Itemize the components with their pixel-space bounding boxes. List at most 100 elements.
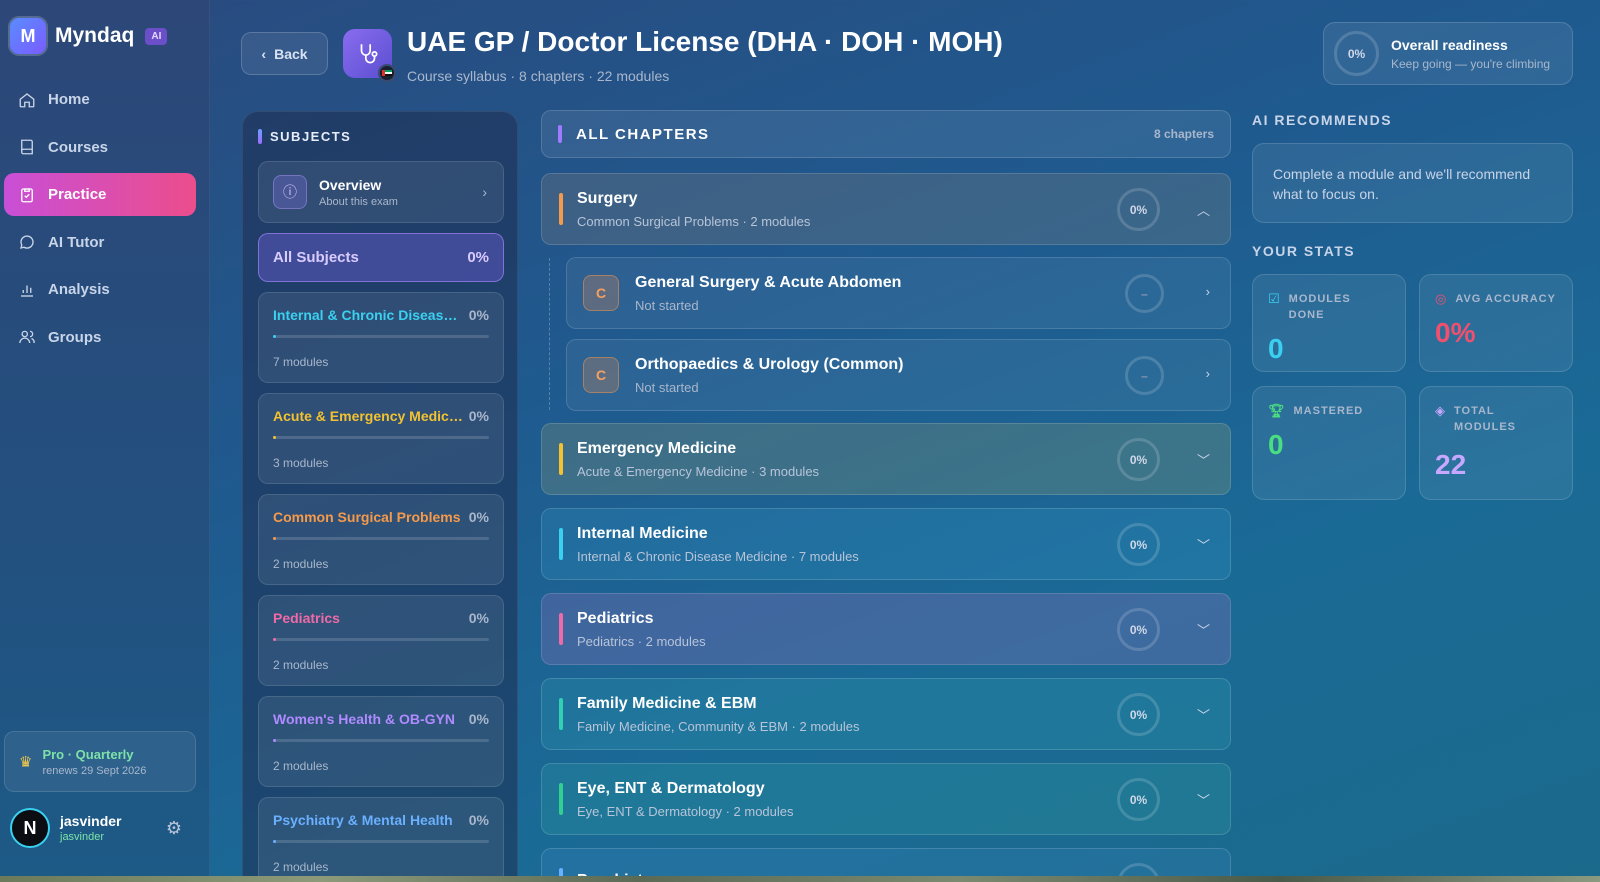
chevron-down-icon[interactable]: ﹀ [1197, 620, 1210, 639]
chapter-row[interactable]: Internal Medicine Internal & Chronic Dise… [541, 508, 1231, 580]
module-progress-ring: – [1125, 274, 1164, 313]
module-progress-ring: – [1125, 356, 1164, 395]
chapter-subtitle: Family Medicine, Community & EBM · 2 mod… [577, 718, 860, 734]
chapter-accent [559, 443, 563, 475]
subject-name: Internal & Chronic Disease Medicine [273, 307, 465, 323]
chapter-progress-ring: 0% [1117, 188, 1160, 231]
user-profile[interactable]: N jasvinder jasvinder ⚙ [10, 806, 196, 850]
chapter-title: Pediatrics [577, 609, 654, 627]
chevron-down-icon[interactable]: ﹀ [1197, 450, 1210, 469]
subject-row: Psychiatry & Mental Health 0% [273, 812, 489, 828]
chapter-row[interactable]: Eye, ENT & Dermatology Eye, ENT & Dermato… [541, 763, 1231, 835]
subject-progress-fill [273, 840, 276, 843]
subject-module-count: 7 modules [273, 355, 329, 369]
chapter-accent [559, 783, 563, 815]
overview-card[interactable]: ⓘ Overview About this exam › [258, 161, 504, 223]
module-row[interactable]: C General Surgery & Acute Abdomen Not star… [566, 257, 1231, 329]
chapter-subtitle: Pediatrics · 2 modules [577, 633, 706, 649]
nav-label: Analysis [48, 281, 110, 298]
nav-item-practice[interactable]: Practice [4, 173, 196, 216]
page-subtitle: Course syllabus · 8 chapters · 22 module… [407, 68, 670, 84]
nav-label: AI Tutor [48, 233, 105, 251]
chevron-right-icon[interactable]: › [1206, 284, 1210, 299]
chapter-progress-ring: 0% [1117, 438, 1160, 481]
subject-progress-fill [273, 537, 276, 540]
nav-item-groups[interactable]: Groups [4, 316, 196, 359]
nav-item-analysis[interactable]: Analysis [4, 268, 196, 311]
subject-progress-fill [273, 739, 276, 742]
subject-percent: 0% [468, 509, 489, 525]
chapter-row[interactable]: Surgery Common Surgical Problems · 2 modu… [541, 173, 1231, 245]
chapter-title: Eye, ENT & Dermatology [577, 779, 765, 797]
all-subjects-filter[interactable]: All Subjects 0% [258, 233, 504, 282]
subject-percent: 0% [468, 307, 489, 323]
stethoscope-icon [343, 29, 396, 82]
module-row[interactable]: C Orthopaedics & Urology (Common) Not star… [566, 339, 1231, 411]
chevron-down-icon[interactable]: ﹀ [1197, 535, 1210, 554]
subject-card[interactable]: Acute & Emergency Medicine 0% 3 modules [258, 393, 504, 484]
back-button[interactable]: ‹ Back [241, 32, 328, 75]
module-badge: C [583, 357, 619, 393]
chapter-row[interactable]: Emergency Medicine Acute & Emergency Medi… [541, 423, 1231, 495]
chevron-right-icon: › [482, 184, 487, 200]
plan-card[interactable]: ♛ Pro · Quarterly renews 29 Sept 2026 [4, 731, 196, 792]
trophy-icon: 🏆︎ [1268, 403, 1286, 418]
ai-recommends-heading: AI RECOMMENDS [1252, 112, 1393, 128]
stat-label: TOTAL MODULES [1454, 405, 1516, 433]
module-title: General Surgery & Acute Abdomen [635, 273, 902, 291]
subject-progress-track [273, 537, 489, 540]
brand[interactable]: M Myndaq AI [10, 18, 168, 54]
nav-item-ai-tutor[interactable]: AI Tutor [4, 221, 196, 264]
gear-icon[interactable]: ⚙ [166, 818, 182, 839]
subject-percent: 0% [468, 610, 489, 626]
readiness-ring: 0% [1334, 31, 1379, 76]
page-title: UAE GP / Doctor License (DHA · DOH · MOH… [407, 26, 1003, 57]
subject-progress-fill [273, 436, 276, 439]
chapter-subtitle: Eye, ENT & Dermatology · 2 modules [577, 803, 794, 819]
sidebar: M Myndaq AI Home Courses Practice AI Tut… [0, 0, 210, 882]
subject-module-count: 2 modules [273, 860, 329, 874]
chevron-up-icon[interactable]: ︿ [1197, 200, 1210, 219]
heading-accent [558, 125, 562, 143]
chapter-row[interactable]: Family Medicine & EBM Family Medicine, Co… [541, 678, 1231, 750]
subject-progress-track [273, 335, 489, 338]
your-stats-heading: YOUR STATS [1252, 243, 1356, 259]
subject-card[interactable]: Women's Health & OB-GYN 0% 2 modules [258, 696, 504, 787]
clipboard-icon [18, 186, 36, 204]
chapter-row[interactable]: Pediatrics Pediatrics · 2 modules 0% ﹀ [541, 593, 1231, 665]
brand-logo: M [10, 18, 46, 54]
chapter-subtitle: Internal & Chronic Disease Medicine · 7 … [577, 548, 859, 564]
heading-accent [258, 129, 262, 144]
bottom-background-strip [0, 876, 1600, 882]
subject-card[interactable]: Pediatrics 0% 2 modules [258, 595, 504, 686]
stat-modules-done: ☑ MODULES DONE 0 [1252, 274, 1406, 372]
nav-item-courses[interactable]: Courses [4, 126, 196, 169]
chapters-count: 8 chapters [1153, 127, 1214, 141]
stat-total-modules: ◈ TOTAL MODULES 22 [1419, 386, 1573, 500]
uae-flag-icon [378, 64, 396, 82]
subject-name: Women's Health & OB-GYN [273, 711, 455, 727]
nav-label: Home [48, 91, 90, 108]
chevron-down-icon[interactable]: ﹀ [1197, 705, 1210, 724]
nav-item-home[interactable]: Home [4, 78, 196, 121]
avatar[interactable]: N [10, 808, 50, 848]
chapter-subtitle: Acute & Emergency Medicine · 3 modules [577, 463, 820, 479]
subject-name: Common Surgical Problems [273, 509, 461, 525]
chevron-down-icon[interactable]: ﹀ [1197, 790, 1210, 809]
stat-label: AVG ACCURACY [1455, 293, 1556, 305]
subject-progress-track [273, 436, 489, 439]
subject-card[interactable]: Internal & Chronic Disease Medicine0% 7 m… [258, 292, 504, 383]
chapter-progress-ring: 0% [1117, 778, 1160, 821]
stat-value: 22 [1435, 449, 1467, 480]
ai-recommends-card: Complete a module and we'll recommend wh… [1252, 143, 1573, 223]
back-label: Back [274, 45, 308, 62]
subject-card[interactable]: Common Surgical Problems 0% 2 modules [258, 494, 504, 585]
chevron-right-icon[interactable]: › [1206, 366, 1210, 381]
ai-badge: AI [145, 27, 168, 45]
chapter-title: Family Medicine & EBM [577, 694, 757, 712]
overview-subtitle: About this exam [319, 195, 398, 208]
subject-card[interactable]: Psychiatry & Mental Health 0% 2 modules [258, 797, 504, 881]
chapter-progress-ring: 0% [1117, 608, 1160, 651]
chapter-title: Surgery [577, 189, 638, 207]
home-icon [18, 91, 36, 109]
